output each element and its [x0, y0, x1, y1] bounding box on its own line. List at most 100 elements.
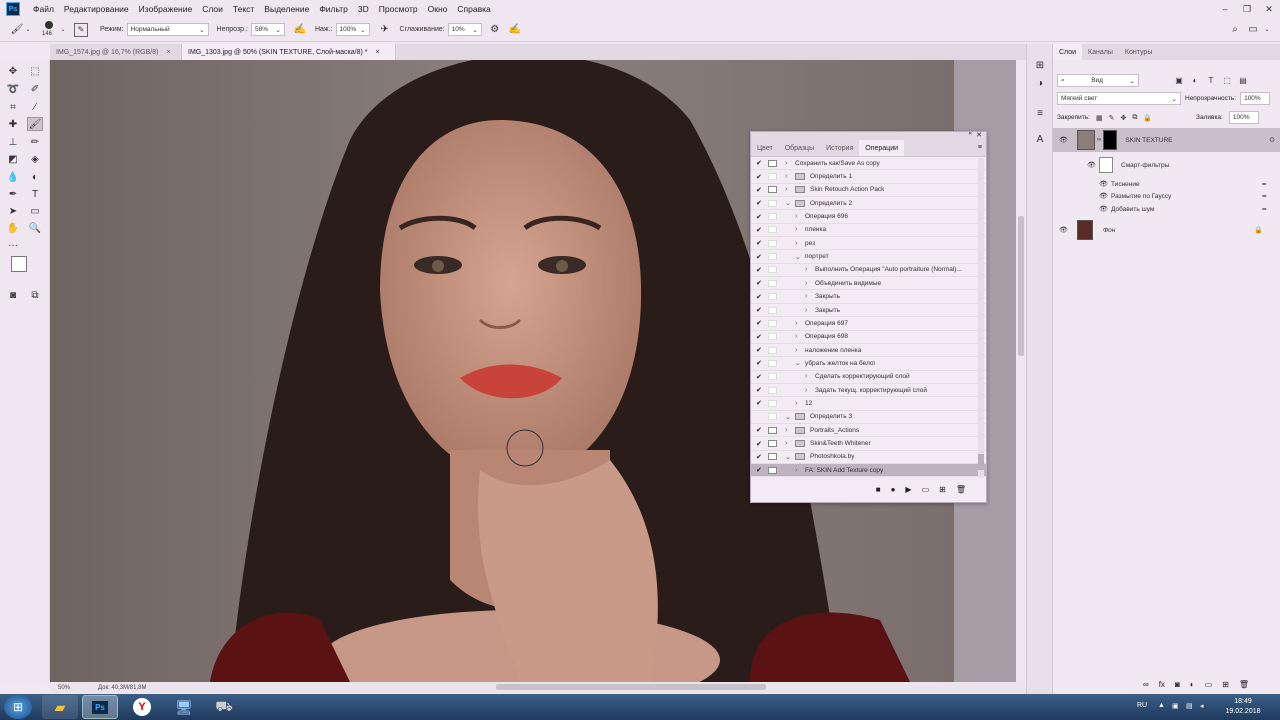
- chevron-right-icon[interactable]: ›: [785, 427, 787, 434]
- record-icon[interactable]: ●: [891, 485, 896, 494]
- pressure-size-icon[interactable]: ✍: [508, 24, 522, 35]
- marquee-tool-icon[interactable]: ⬚: [27, 64, 43, 78]
- paint-bucket-icon[interactable]: ◈: [27, 152, 43, 166]
- tray-icon[interactable]: ▲: [1158, 702, 1165, 709]
- dialog-toggle-icon[interactable]: [768, 293, 777, 301]
- lock-pixels-icon[interactable]: ▦: [1096, 114, 1103, 122]
- toggle-check-icon[interactable]: ✔: [756, 213, 762, 221]
- action-row[interactable]: ✔ › Skin&Teeth Whitener: [751, 437, 986, 451]
- action-row[interactable]: ✔ › Задать текущ. корректирующий слой: [751, 384, 986, 398]
- dialog-toggle-icon[interactable]: [768, 199, 777, 207]
- blend-mode-select[interactable]: Мягкий свет ⌄: [1057, 92, 1181, 105]
- action-row[interactable]: ✔ › FA: SKIN Add Texture copy: [751, 464, 986, 478]
- filter-smart-icon[interactable]: ▤: [1237, 76, 1249, 85]
- stop-icon[interactable]: ■: [876, 485, 881, 494]
- chevron-right-icon[interactable]: ›: [805, 293, 807, 300]
- chevron-down-icon[interactable]: ⌄: [785, 453, 791, 461]
- close-icon[interactable]: ×: [375, 49, 379, 56]
- dialog-toggle-icon[interactable]: [768, 239, 777, 247]
- link-layers-icon[interactable]: ∞: [1143, 680, 1149, 689]
- menu-view[interactable]: Просмотр: [374, 4, 423, 14]
- trash-icon[interactable]: 🗑: [956, 485, 966, 494]
- menu-filter[interactable]: Фильтр: [314, 4, 353, 14]
- toggle-check-icon[interactable]: ✔: [756, 279, 762, 287]
- zoom-tool-icon[interactable]: 🔍: [27, 221, 43, 235]
- yandex-browser-icon[interactable]: Y: [124, 695, 160, 719]
- action-row[interactable]: ✔ › Portraits_Actions: [751, 424, 986, 438]
- action-row[interactable]: ✔ › Определить 1: [751, 170, 986, 184]
- menu-image[interactable]: Изображение: [134, 4, 198, 14]
- action-row[interactable]: ✔ ⌄ Photoshkola.by: [751, 451, 986, 465]
- filter-shape-icon[interactable]: ⬚: [1221, 76, 1233, 85]
- history-panel-icon[interactable]: ⊞: [1032, 58, 1048, 72]
- dialog-toggle-icon[interactable]: [768, 213, 777, 221]
- chevron-down-icon[interactable]: ⌄: [24, 26, 32, 33]
- chevron-down-icon[interactable]: ⌄: [1262, 26, 1272, 33]
- toggle-check-icon[interactable]: ✔: [756, 453, 762, 461]
- dialog-toggle-icon[interactable]: [768, 426, 777, 434]
- tab-img-1574[interactable]: IMG_1574.jpg @ 16,7% (RGB/8) ×: [50, 44, 182, 60]
- toggle-check-icon[interactable]: ✔: [756, 306, 762, 314]
- stamp-tool-icon[interactable]: ⊥: [5, 135, 21, 149]
- chevron-right-icon[interactable]: ›: [785, 186, 787, 193]
- action-row[interactable]: ✔ › Закрыть: [751, 291, 986, 304]
- toggle-check-icon[interactable]: ✔: [756, 186, 762, 194]
- start-button[interactable]: ⊞: [4, 695, 32, 719]
- toggle-check-icon[interactable]: ✔: [756, 440, 762, 448]
- toggle-check-icon[interactable]: ✔: [756, 426, 762, 434]
- new-set-icon[interactable]: ▭: [922, 485, 930, 494]
- close-icon[interactable]: ✕: [1258, 4, 1280, 15]
- action-row[interactable]: ✔ › 12: [751, 397, 986, 411]
- adjustment-layer-icon[interactable]: ◐: [1190, 680, 1195, 689]
- action-row[interactable]: ⌄ Определить 3: [751, 411, 986, 424]
- quick-mask-icon[interactable]: ◙: [5, 288, 21, 302]
- lock-all-icon[interactable]: 🔒: [1143, 114, 1152, 122]
- quick-select-icon[interactable]: ✐: [27, 82, 43, 96]
- dialog-toggle-icon[interactable]: [768, 413, 777, 421]
- chevron-right-icon[interactable]: ›: [795, 333, 797, 340]
- chevron-right-icon[interactable]: ›: [805, 266, 807, 273]
- lock-position-icon[interactable]: ✥: [1120, 114, 1126, 122]
- screen-mode-icon[interactable]: ⧉: [27, 288, 43, 302]
- chevron-right-icon[interactable]: ›: [785, 173, 787, 180]
- menu-select[interactable]: Выделение: [259, 4, 314, 14]
- eye-icon[interactable]: 👁: [1099, 180, 1108, 188]
- airbrush-icon[interactable]: ✈: [378, 24, 392, 35]
- adjustments-icon[interactable]: ◑: [1032, 76, 1048, 90]
- new-group-icon[interactable]: ▭: [1205, 680, 1213, 689]
- toggle-check-icon[interactable]: ✔: [756, 466, 762, 474]
- brush-preset-picker[interactable]: 146: [40, 19, 60, 41]
- tab-history[interactable]: История: [820, 140, 859, 156]
- smart-filter-emboss[interactable]: 👁 Тиснение ≂: [1053, 178, 1280, 190]
- toggle-check-icon[interactable]: ✔: [756, 346, 762, 354]
- eye-icon[interactable]: 👁: [1087, 161, 1096, 169]
- restore-icon[interactable]: ❐: [1236, 4, 1258, 15]
- language-indicator[interactable]: RU: [1137, 702, 1147, 709]
- scroll-thumb[interactable]: [978, 454, 984, 470]
- action-row[interactable]: ✔ ⌄ портрет: [751, 250, 986, 264]
- pressure-field[interactable]: 100% ⌄: [335, 23, 370, 36]
- action-row[interactable]: ✔ › Операция 697: [751, 317, 986, 331]
- filter-options-icon[interactable]: ≂: [1262, 205, 1267, 213]
- dialog-toggle-icon[interactable]: [768, 333, 777, 341]
- tray-icon[interactable]: ▣: [1172, 702, 1179, 710]
- pen-tool-icon[interactable]: ✒: [5, 187, 21, 201]
- action-row[interactable]: ✔ › Закрыть: [751, 304, 986, 318]
- dialog-toggle-icon[interactable]: [768, 306, 777, 314]
- menu-edit[interactable]: Редактирование: [59, 4, 134, 14]
- filter-options-icon[interactable]: ≂: [1262, 192, 1267, 200]
- chevron-down-icon[interactable]: ⌄: [795, 359, 801, 367]
- dialog-toggle-icon[interactable]: [768, 373, 777, 381]
- menu-type[interactable]: Текст: [228, 4, 259, 14]
- chevron-down-icon[interactable]: ⌄: [60, 26, 66, 33]
- fx-icon[interactable]: fx: [1159, 680, 1165, 689]
- network-app-icon[interactable]: ⛟: [206, 695, 242, 719]
- close-icon[interactable]: ×: [166, 49, 170, 56]
- tab-swatches[interactable]: Образцы: [779, 140, 820, 156]
- menu-file[interactable]: Файл: [28, 4, 59, 14]
- new-action-icon[interactable]: ⊞: [939, 485, 946, 494]
- rectangle-tool-icon[interactable]: ▭: [27, 204, 43, 218]
- scroll-thumb[interactable]: [1018, 216, 1024, 356]
- filter-options-icon[interactable]: ≂: [1262, 180, 1267, 188]
- smart-filter-gaussian[interactable]: 👁 Размытие по Гауссу ≂: [1053, 190, 1280, 202]
